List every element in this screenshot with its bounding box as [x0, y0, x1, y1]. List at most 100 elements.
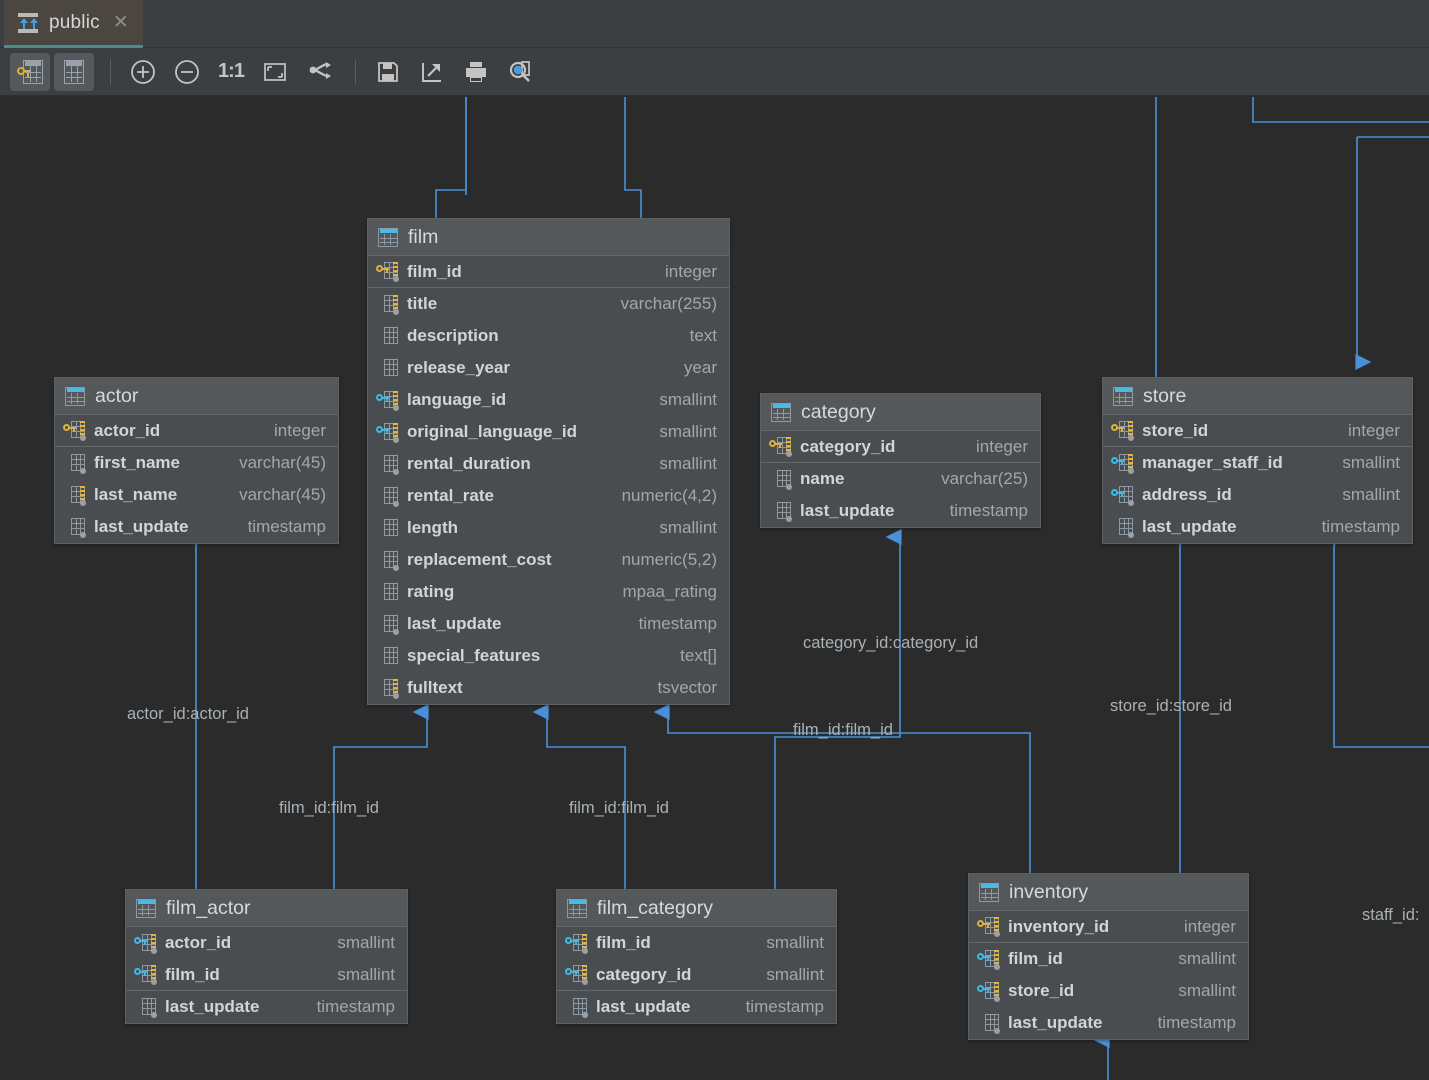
column-name: last_update: [407, 614, 502, 633]
column-icon: [64, 517, 86, 538]
foreign-key-icon: [376, 425, 389, 437]
entity-header[interactable]: store: [1103, 378, 1412, 415]
zoom-out-button[interactable]: [167, 53, 207, 91]
entity-table-film_actor[interactable]: film_actor actor_id smallint film_id smallin…: [125, 889, 408, 1024]
entity-table-store[interactable]: store store_id integer manager_staff_id smal…: [1102, 377, 1413, 544]
column-row[interactable]: last_update timestamp: [368, 608, 729, 640]
show-keys-toggle[interactable]: [10, 52, 50, 91]
table-with-key-icon: [17, 59, 43, 84]
not-null-icon: [80, 499, 86, 506]
column-row[interactable]: language_id smallint: [368, 384, 729, 416]
export-button[interactable]: [412, 53, 452, 91]
column-type: numeric(5,2): [621, 550, 717, 569]
column-row[interactable]: category_id integer: [761, 431, 1040, 463]
column-row[interactable]: special_features text[]: [368, 640, 729, 672]
actual-size-button[interactable]: 1:1: [211, 53, 251, 91]
column-row[interactable]: rental_duration smallint: [368, 448, 729, 480]
column-row[interactable]: actor_id integer: [55, 415, 338, 447]
column-row[interactable]: first_name varchar(45): [55, 447, 338, 479]
column-row[interactable]: release_year year: [368, 352, 729, 384]
column-row[interactable]: title varchar(255): [368, 288, 729, 320]
column-row[interactable]: category_id smallint: [557, 959, 836, 991]
save-button[interactable]: [368, 53, 408, 91]
column-row[interactable]: original_language_id smallint: [368, 416, 729, 448]
column-row[interactable]: description text: [368, 320, 729, 352]
column-row[interactable]: film_id smallint: [557, 927, 836, 959]
layout-button[interactable]: [299, 53, 339, 91]
column-name: language_id: [407, 390, 507, 409]
not-null-icon: [151, 1011, 157, 1018]
column-row[interactable]: film_id smallint: [969, 943, 1248, 975]
entity-header[interactable]: film_actor: [126, 890, 407, 927]
column-row[interactable]: last_update timestamp: [557, 991, 836, 1023]
column-grid-icon: [384, 582, 398, 600]
column-icon: [770, 469, 792, 490]
column-name: actor_id: [94, 420, 161, 440]
column-row[interactable]: name varchar(25): [761, 463, 1040, 495]
column-row[interactable]: actor_id smallint: [126, 927, 407, 959]
column-icon: [377, 358, 399, 378]
entity-header[interactable]: inventory: [969, 874, 1248, 911]
column-row[interactable]: last_update timestamp: [1103, 511, 1412, 543]
column-row[interactable]: rating mpaa_rating: [368, 576, 729, 608]
column-icon: [566, 997, 588, 1018]
column-row[interactable]: rental_rate numeric(4,2): [368, 480, 729, 512]
tab-public[interactable]: public ✕: [4, 0, 143, 48]
entity-table-actor[interactable]: actor actor_id integer first_name varchar(45…: [54, 377, 339, 544]
not-null-icon: [80, 531, 86, 538]
column-row[interactable]: address_id smallint: [1103, 479, 1412, 511]
column-row[interactable]: last_update timestamp: [761, 495, 1040, 527]
column-row[interactable]: film_id smallint: [126, 959, 407, 991]
foreign-key-icon: [134, 968, 147, 979]
not-null-icon: [786, 483, 792, 490]
close-icon[interactable]: ✕: [113, 11, 129, 34]
show-columns-toggle[interactable]: [54, 52, 94, 91]
edge-label: staff_id:: [1362, 906, 1420, 924]
column-row[interactable]: manager_staff_id smallint: [1103, 447, 1412, 479]
foreign-key-icon: [134, 936, 147, 948]
entity-table-film[interactable]: film film_id integer title varchar(255) descr…: [367, 218, 730, 705]
fit-content-button[interactable]: [255, 53, 295, 91]
column-row[interactable]: length smallint: [368, 512, 729, 544]
column-icon: [1111, 421, 1134, 441]
table-icon: [1113, 386, 1133, 406]
edge-label: category_id:category_id: [803, 634, 979, 652]
column-row[interactable]: store_id smallint: [969, 975, 1248, 1007]
column-row[interactable]: film_id integer: [368, 256, 729, 288]
not-null-icon: [151, 947, 157, 954]
zoom-in-button[interactable]: [123, 53, 163, 91]
entity-table-film_category[interactable]: film_category film_id smallint category_id s…: [556, 889, 837, 1024]
not-null-icon: [393, 308, 399, 315]
table-icon: [567, 898, 587, 918]
diagram-canvas[interactable]: actor_id:actor_id film_id:film_id film_id:…: [0, 97, 1429, 1080]
column-type: smallint: [337, 933, 395, 952]
column-type: smallint: [659, 422, 717, 441]
column-row[interactable]: store_id integer: [1103, 415, 1412, 447]
entity-header[interactable]: category: [761, 394, 1040, 431]
entity-header[interactable]: film: [368, 219, 729, 256]
column-row[interactable]: replacement_cost numeric(5,2): [368, 544, 729, 576]
column-name: category_id: [800, 436, 896, 456]
column-icon: [377, 550, 399, 571]
column-row[interactable]: last_name varchar(45): [55, 479, 338, 511]
entity-table-category[interactable]: category category_id integer name varchar(25…: [760, 393, 1041, 528]
column-icon: [565, 965, 588, 985]
column-list: actor_id smallint film_id smallint last_upda…: [126, 927, 407, 1023]
column-type: smallint: [766, 964, 824, 984]
search-page-icon: [509, 60, 530, 82]
entity-header[interactable]: actor: [55, 378, 338, 415]
column-icon: [377, 294, 399, 315]
column-row[interactable]: last_update timestamp: [126, 991, 407, 1023]
column-row[interactable]: fulltext tsvector: [368, 672, 729, 704]
column-row[interactable]: last_update timestamp: [969, 1007, 1248, 1039]
entity-header[interactable]: film_category: [557, 890, 836, 927]
column-row[interactable]: last_update timestamp: [55, 511, 338, 543]
entity-table-inventory[interactable]: inventory inventory_id integer film_id small…: [968, 873, 1249, 1040]
edge-label: film_id:film_id: [569, 799, 669, 817]
edge-label: store_id:store_id: [1110, 697, 1232, 715]
find-button[interactable]: [500, 53, 540, 91]
column-row[interactable]: inventory_id integer: [969, 911, 1248, 943]
column-icon: [377, 678, 399, 699]
column-type: varchar(45): [239, 485, 326, 504]
print-button[interactable]: [456, 53, 496, 91]
